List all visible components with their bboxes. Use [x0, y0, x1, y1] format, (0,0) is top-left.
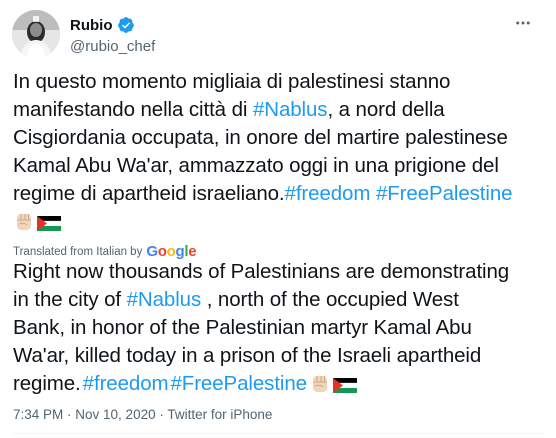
hashtag-link[interactable]: #FreePalestine — [376, 182, 513, 205]
text-line: regime. #freedom #FreePalestine — [13, 370, 549, 398]
display-name[interactable]: Rubio — [70, 17, 113, 34]
text-line: regime di apartheid israeliano.#freedom … — [13, 180, 549, 208]
palestine-flag-icon — [332, 375, 358, 393]
text-segment: regime di apartheid israeliano. — [13, 182, 285, 205]
hashtag-link[interactable]: #freedom — [83, 370, 169, 398]
avatar-photo-icon — [12, 10, 60, 58]
palestine-flag-icon — [36, 213, 62, 231]
tweet-date[interactable]: Nov 10, 2020 — [75, 407, 155, 422]
tweet-translation-text: Right now thousands of Palestinians are … — [13, 258, 549, 398]
verified-badge-icon — [117, 16, 135, 34]
text-line: manifestando nella città di #Nablus, a n… — [13, 96, 549, 124]
more-options-icon[interactable] — [512, 12, 534, 34]
tweet-header: Rubio @rubio_chef — [12, 10, 544, 60]
text-segment: , north of the occupied West — [201, 288, 459, 311]
translated-from-label: Translated from Italian by — [13, 245, 143, 258]
text-segment: regime. — [13, 372, 81, 395]
hashtag-link[interactable]: #Nablus — [253, 98, 328, 121]
text-line: Bank, in honor of the Palestinian martyr… — [13, 316, 472, 339]
text-segment: , a nord della — [327, 98, 445, 121]
text-segment: manifestando nella città di — [13, 98, 253, 121]
tweet-source[interactable]: Twitter for iPhone — [167, 407, 272, 422]
text-segment: in the city of — [13, 288, 127, 311]
author-names[interactable]: Rubio @rubio_chef — [70, 15, 155, 56]
hashtag-link[interactable]: #Nablus — [127, 288, 202, 311]
tweet-original-text: In questo momento migliaia di palestines… — [13, 68, 549, 236]
tweet-time[interactable]: 7:34 PM — [13, 407, 63, 422]
text-line: in the city of #Nablus , north of the oc… — [13, 286, 549, 314]
emoji-row — [13, 208, 549, 236]
text-line: Right now thousands of Palestinians are … — [13, 260, 510, 283]
text-line: Kamal Abu Wa'ar, ammazzato oggi in una p… — [13, 154, 499, 177]
avatar[interactable] — [12, 10, 60, 58]
text-line: In questo momento migliaia di palestines… — [13, 70, 451, 93]
author-handle[interactable]: @rubio_chef — [70, 38, 155, 55]
raised-fist-icon — [309, 373, 331, 395]
meta-separator: · — [155, 407, 168, 422]
raised-fist-icon — [13, 211, 35, 233]
divider — [13, 433, 543, 434]
hashtag-link[interactable]: #FreePalestine — [170, 370, 307, 398]
meta-separator: · — [63, 407, 76, 422]
text-line: Cisgiordania occupata, in onore del mart… — [13, 126, 508, 149]
text-line: Wa'ar, killed today in a prison of the I… — [13, 344, 482, 367]
hashtag-link[interactable]: #freedom — [285, 182, 371, 205]
tweet-meta: 7:34 PM · Nov 10, 2020 · Twitter for iPh… — [13, 407, 272, 422]
